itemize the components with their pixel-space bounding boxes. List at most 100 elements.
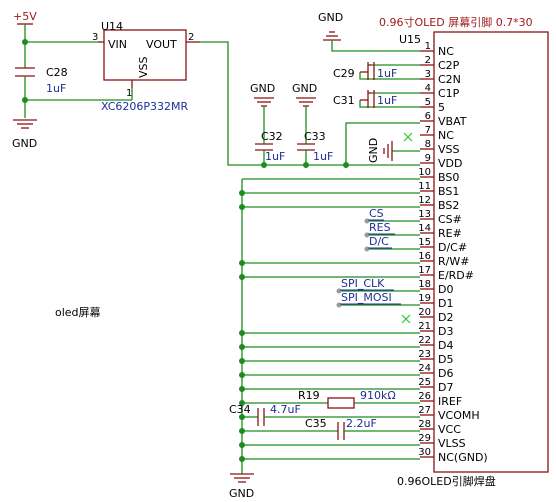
ground-symbol bbox=[254, 97, 274, 107]
ground-symbol bbox=[13, 119, 37, 129]
u15-pin-name: D6 bbox=[438, 367, 453, 380]
u15-pin-number: 6 bbox=[425, 111, 431, 122]
u15-pin-name: BS0 bbox=[438, 171, 459, 184]
c35-value: 2.2uF bbox=[346, 417, 377, 430]
u15-pin-name: C2P bbox=[438, 59, 460, 72]
u15-pin-number: 23 bbox=[418, 349, 431, 360]
u15-pin-number: 17 bbox=[418, 265, 431, 276]
u15-pin-name: BS2 bbox=[438, 199, 459, 212]
capacitor-c34 bbox=[257, 408, 265, 426]
u14-vout: VOUT bbox=[146, 38, 177, 51]
u14-pin1-num: 1 bbox=[126, 88, 132, 99]
u15-pin-name: D1 bbox=[438, 297, 453, 310]
u15-pin-number: 14 bbox=[418, 223, 431, 234]
c31-value: 1uF bbox=[377, 94, 397, 107]
ground-symbol bbox=[383, 141, 393, 161]
u14-ref: U14 bbox=[101, 20, 123, 33]
u15-pin-name: D5 bbox=[438, 353, 453, 366]
u15-pin-name: R/W# bbox=[438, 255, 469, 268]
gnd-label-bottom: GND bbox=[229, 487, 254, 500]
capacitor-c29 bbox=[360, 62, 375, 80]
c28-ref: C28 bbox=[46, 66, 68, 79]
u15-pin-name: C1P bbox=[438, 87, 460, 100]
u15-pin-name: VSS bbox=[438, 143, 460, 156]
u15-pin-number: 10 bbox=[418, 167, 431, 178]
c28-value: 1uF bbox=[46, 82, 66, 95]
u15-pin-name: C2N bbox=[438, 73, 461, 86]
net-label-res: RES bbox=[369, 221, 391, 234]
u15-pin-name: VDD bbox=[438, 157, 462, 170]
c35-ref: C35 bbox=[305, 417, 327, 430]
no-connect-marker bbox=[401, 314, 411, 324]
u15-pin-number: 27 bbox=[418, 405, 431, 416]
u15-pin-name: CS# bbox=[438, 213, 462, 226]
ground-symbol bbox=[296, 97, 316, 107]
no-connect-marker bbox=[403, 132, 413, 142]
c33-value: 1uF bbox=[313, 150, 333, 163]
capacitor-c35 bbox=[337, 422, 345, 440]
u15-pin-number: 15 bbox=[418, 237, 431, 248]
net-label-dc: D/C bbox=[369, 235, 389, 248]
gnd-label-c32: GND bbox=[250, 82, 275, 95]
u15-pin-name: E/RD# bbox=[438, 269, 474, 282]
net-label-spi-mosi: SPI_MOSI bbox=[341, 291, 392, 304]
u15-pin-number: 26 bbox=[418, 391, 431, 402]
u15-pin-name: D7 bbox=[438, 381, 453, 394]
u14-pin2-num: 2 bbox=[188, 32, 194, 43]
u15-pin-number: 30 bbox=[418, 447, 431, 458]
gnd-label-c33: GND bbox=[292, 82, 317, 95]
ground-symbol bbox=[230, 473, 254, 483]
u15-ref: U15 bbox=[399, 33, 421, 46]
c29-ref: C29 bbox=[333, 67, 355, 80]
u15-pin-name: D/C# bbox=[438, 241, 467, 254]
u15-pin-number: 3 bbox=[425, 69, 431, 80]
u15-pin-name: VBAT bbox=[438, 115, 467, 128]
u15-pin-number: 22 bbox=[418, 335, 431, 346]
u15-pin-name: D4 bbox=[438, 339, 453, 352]
u15-pin-name: RE# bbox=[438, 227, 462, 240]
u15-pin-number: 29 bbox=[418, 433, 431, 444]
c33-ref: C33 bbox=[304, 130, 326, 143]
gnd-label-top: GND bbox=[318, 11, 343, 24]
u15-pin-number: 13 bbox=[418, 209, 431, 220]
schematic-svg: +5V GND C28 1uF U14 VIN VOUT VSS 3 2 1 X… bbox=[12, 10, 549, 500]
u15-pin-name: VCOMH bbox=[438, 409, 480, 422]
u15-pin-number: 21 bbox=[418, 321, 431, 332]
u15-pin-number: 19 bbox=[418, 293, 431, 304]
gnd-label-c28: GND bbox=[12, 137, 37, 150]
net-label-cs: CS bbox=[369, 207, 384, 220]
u15-title: 0.96寸OLED 屏幕引脚 0.7*30 bbox=[379, 15, 533, 29]
u14-vss: VSS bbox=[137, 56, 150, 78]
u15-pin-name: NC bbox=[438, 45, 454, 58]
section-label: oled屏幕 bbox=[55, 305, 101, 319]
u15-pin-name: NC bbox=[438, 129, 454, 142]
u15-pin-name: VCC bbox=[438, 423, 461, 436]
u15-pin-number: 8 bbox=[425, 139, 431, 150]
r19-ref: R19 bbox=[298, 389, 320, 402]
net-label-spi-clk: SPI_CLK bbox=[341, 277, 385, 290]
u15-pin-number: 20 bbox=[418, 307, 431, 318]
c32-ref: C32 bbox=[261, 130, 283, 143]
wire-vbat bbox=[345, 122, 420, 165]
u14-vin: VIN bbox=[108, 38, 127, 51]
u15-pin-number: 1 bbox=[425, 41, 431, 52]
u15-pin-name: D3 bbox=[438, 325, 453, 338]
resistor-r19 bbox=[327, 397, 355, 409]
u15-pin-number: 12 bbox=[418, 195, 431, 206]
schematic-canvas: { "power": {"vin_label": "+5V"}, "gnd_la… bbox=[0, 0, 556, 502]
u15-pin-number: 25 bbox=[418, 377, 431, 388]
c29-value: 1uF bbox=[377, 67, 397, 80]
u15-footer: 0.96OLED引脚焊盘 bbox=[397, 474, 496, 488]
u15-pin-name: D2 bbox=[438, 311, 453, 324]
u15-pin-number: 2 bbox=[425, 55, 431, 66]
u15-pin-number: 7 bbox=[425, 125, 431, 136]
u14-pin3-num: 3 bbox=[92, 32, 98, 43]
capacitor-c31 bbox=[360, 90, 375, 108]
u15-pin-name: NC(GND) bbox=[438, 451, 488, 464]
gnd-label-pin8: GND bbox=[367, 138, 380, 163]
u15-pin-number: 24 bbox=[418, 363, 431, 374]
u15-pin-name: IREF bbox=[438, 395, 462, 408]
u15-pin-number: 9 bbox=[425, 153, 431, 164]
c34-ref: C34 bbox=[229, 403, 251, 416]
u15-pin-number: 11 bbox=[418, 181, 431, 192]
